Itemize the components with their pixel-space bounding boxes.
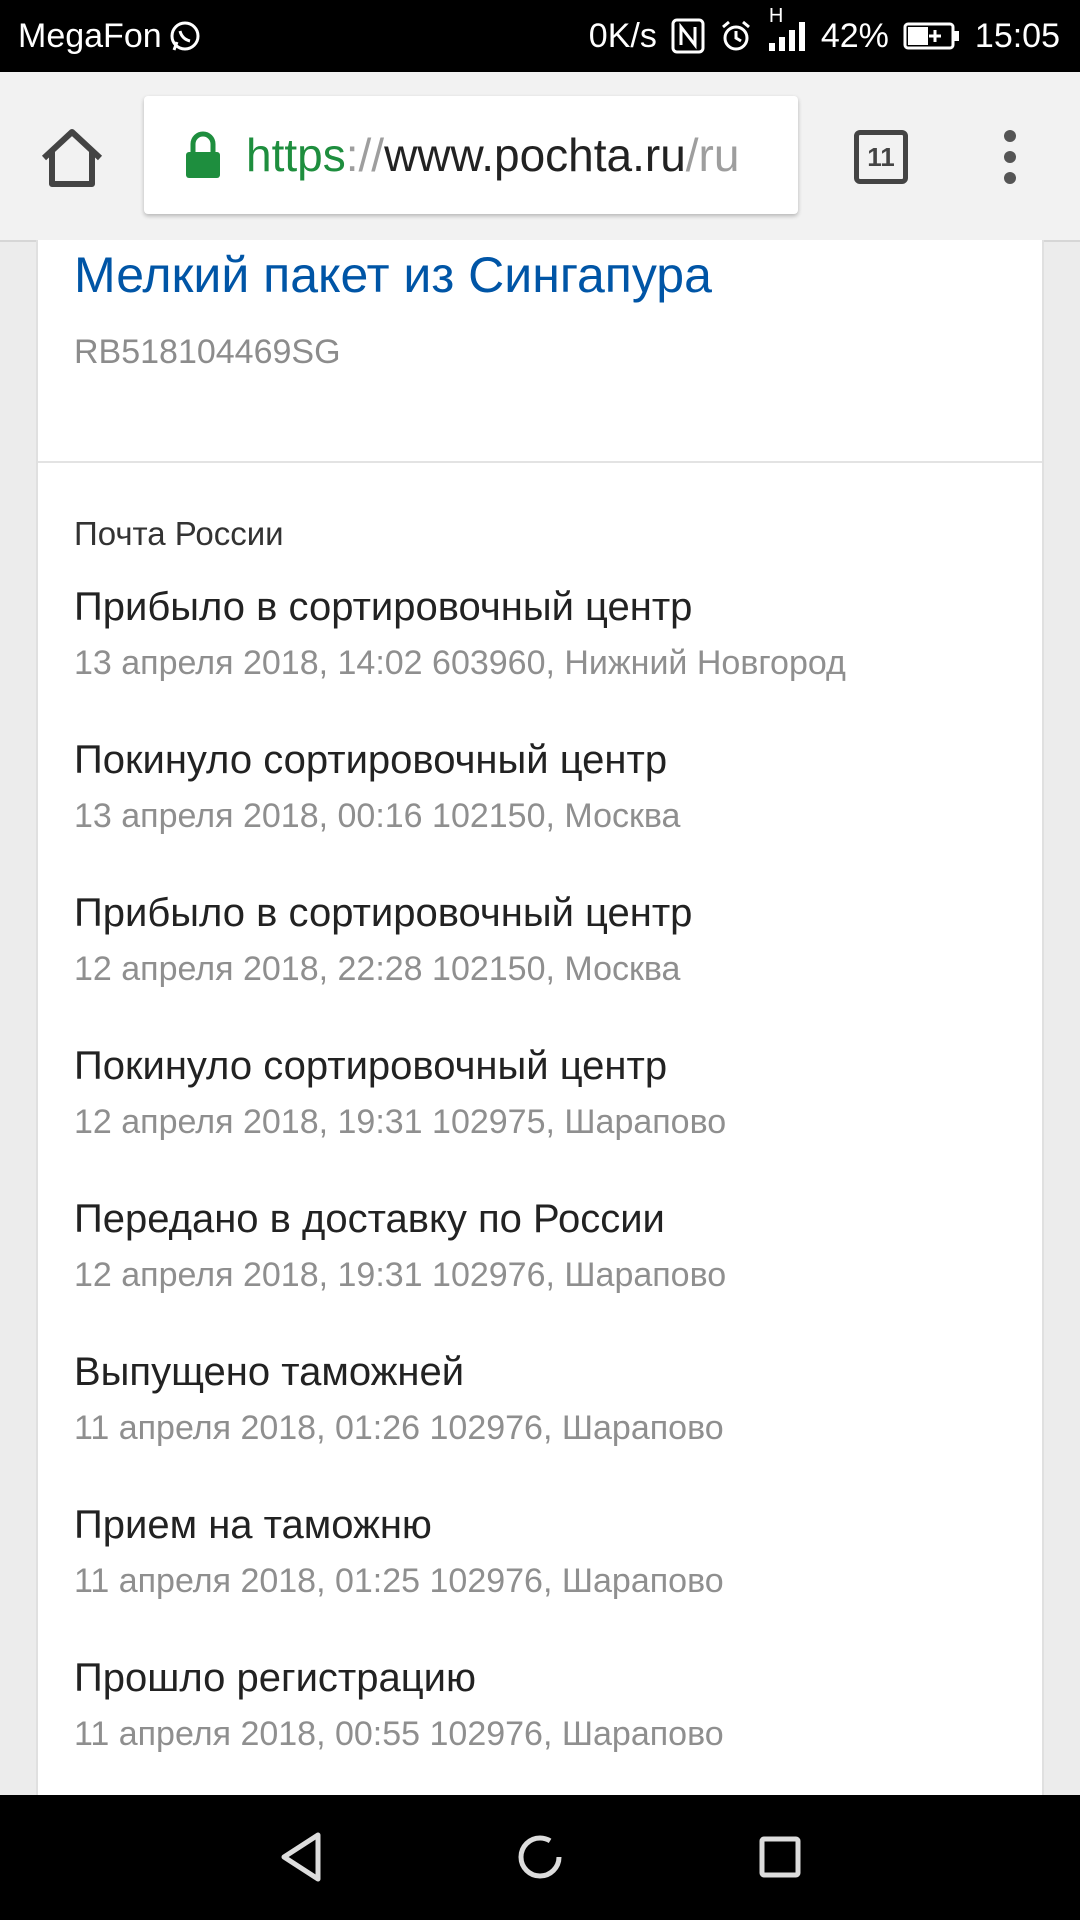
clock: 15:05 [974, 16, 1060, 55]
event-detail: 11 апреля 2018, 00:55 102976, Шарапово [74, 1715, 724, 1753]
home-circle-icon[interactable] [508, 1825, 572, 1889]
event-status: Выпущено таможней [74, 1350, 465, 1394]
event-status: Покинуло сортировочный центр [74, 738, 668, 782]
tab-count: 11 [867, 141, 895, 172]
network-speed: 0K/s [588, 16, 657, 55]
event-status: Передано в доставку по России [74, 1197, 665, 1241]
list-item: Покинуло сортировочный центр 12 апреля 2… [74, 1042, 846, 1195]
home-icon [41, 129, 103, 187]
list-item: Передано в доставку по России 12 апреля … [74, 1195, 846, 1348]
event-detail: 11 апреля 2018, 01:25 102976, Шарапово [74, 1562, 724, 1600]
alarm-icon [719, 19, 753, 53]
list-item: Прошло регистрацию 11 апреля 2018, 00:55… [74, 1654, 846, 1795]
signal-icon: H [767, 5, 807, 53]
event-status: Прибыло в сортировочный центр [74, 891, 693, 935]
status-bar-left: MegaFon [18, 0, 202, 72]
list-item: Покинуло сортировочный центр 13 апреля 2… [74, 736, 846, 889]
more-vert-icon[interactable] [990, 130, 1030, 186]
event-detail: 13 апреля 2018, 00:16 102150, Москва [74, 797, 681, 835]
lock-icon [186, 131, 220, 178]
battery-charging-icon [903, 21, 961, 51]
event-detail: 11 апреля 2018, 01:26 102976, Шарапово [74, 1409, 724, 1447]
url-text: https://www.pochta.ru/ru [246, 128, 739, 182]
back-icon[interactable] [270, 1825, 334, 1889]
whatsapp-icon [168, 19, 202, 53]
carrier-name: MegaFon [18, 16, 162, 55]
divider [38, 461, 1042, 463]
browser-toolbar: https://www.pochta.ru/ru 11 [0, 72, 1080, 242]
package-title[interactable]: Мелкий пакет из Сингапура [74, 246, 712, 304]
event-status: Покинуло сортировочный центр [74, 1044, 668, 1088]
address-bar[interactable]: https://www.pochta.ru/ru [144, 96, 798, 214]
url-host: www.pochta.ru [384, 129, 686, 181]
event-status: Прием на таможню [74, 1503, 432, 1547]
carrier-label: Почта России [74, 515, 284, 552]
event-detail: 12 апреля 2018, 22:28 102150, Москва [74, 950, 681, 988]
event-status: Прошло регистрацию [74, 1656, 476, 1700]
battery-percent: 42% [820, 16, 889, 55]
list-item: Прибыло в сортировочный центр 12 апреля … [74, 889, 846, 1042]
event-detail: 12 апреля 2018, 19:31 102976, Шарапово [74, 1256, 727, 1294]
event-detail: 12 апреля 2018, 19:31 102975, Шарапово [74, 1103, 727, 1141]
tracking-events: Прибыло в сортировочный центр 13 апреля … [74, 583, 846, 1795]
tabs-button[interactable]: 11 [854, 130, 908, 184]
list-item: Прием на таможню 11 апреля 2018, 01:25 1… [74, 1501, 846, 1654]
status-bar-right: 0K/s H 42% 15:05 [589, 0, 1060, 72]
event-detail: 13 апреля 2018, 14:02 603960, Нижний Нов… [74, 644, 846, 682]
navigation-bar [0, 1795, 1080, 1920]
list-item: Прибыло в сортировочный центр 13 апреля … [74, 583, 846, 736]
home-button[interactable] [36, 122, 108, 194]
list-item: Выпущено таможней 11 апреля 2018, 01:26 … [74, 1348, 846, 1501]
url-separator: :// [345, 129, 385, 181]
url-path: /ru [685, 129, 740, 181]
tracking-number: RB518104469SG [74, 333, 341, 371]
nfc-icon [671, 18, 705, 54]
event-status: Прибыло в сортировочный центр [74, 585, 693, 629]
network-type: H [768, 5, 784, 27]
status-bar: MegaFon 0K/s H 42% 15:05 [0, 0, 1080, 72]
url-scheme: https [246, 129, 346, 181]
recents-icon[interactable] [748, 1825, 812, 1889]
tracking-card: Мелкий пакет из Сингапура RB518104469SG … [36, 240, 1044, 1795]
